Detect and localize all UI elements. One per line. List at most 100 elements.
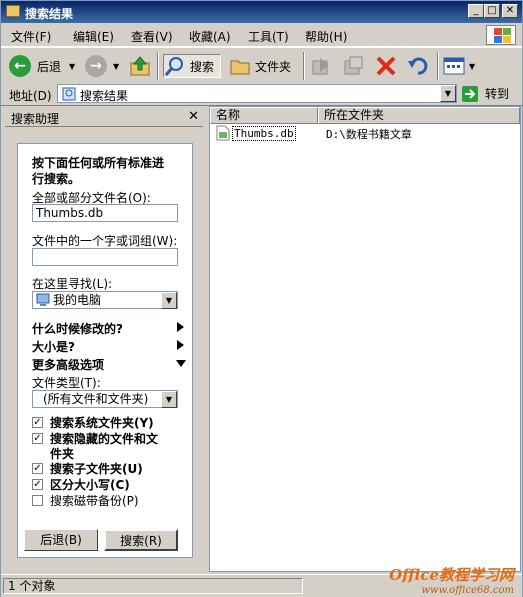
when-modified-toggle[interactable]: 什么时候修改的? xyxy=(32,320,123,337)
delete-x-icon xyxy=(376,56,396,76)
delete-button[interactable] xyxy=(375,54,397,78)
maximize-button[interactable]: □ xyxy=(484,4,500,18)
search-submit-button[interactable]: 搜索(R) xyxy=(104,529,178,551)
case-sensitive-checkbox[interactable]: ✓ xyxy=(32,479,43,490)
close-button[interactable]: ✕ xyxy=(502,4,518,18)
views-button[interactable]: ▼ xyxy=(443,54,475,78)
lookin-dropdown-button[interactable]: ▼ xyxy=(161,292,177,309)
menu-help[interactable]: 帮助(H) xyxy=(305,28,347,45)
address-bar: 地址(D) 搜索结果 ▼ 转到 xyxy=(1,84,522,106)
menu-file[interactable]: 文件(F) xyxy=(11,28,51,45)
menu-favorites[interactable]: 收藏(A) xyxy=(189,28,231,45)
go-arrow-icon xyxy=(462,85,478,102)
toolbar-separator xyxy=(157,52,159,80)
back-button[interactable]: ← 后退 ▼ xyxy=(9,54,75,78)
views-icon xyxy=(443,57,465,75)
status-text: 1 个对象 xyxy=(3,578,303,594)
file-type-dropdown-button[interactable]: ▼ xyxy=(161,391,177,408)
advanced-options-toggle[interactable]: 更多高级选项 xyxy=(32,356,104,373)
file-name: Thumbs.db xyxy=(232,126,296,141)
address-value: 搜索结果 xyxy=(80,89,129,103)
undo-icon xyxy=(408,57,428,75)
file-type-select[interactable]: (所有文件和文件夹) ▼ xyxy=(32,390,178,408)
file-icon xyxy=(216,125,230,141)
go-label: 转到 xyxy=(485,87,510,101)
address-dropdown-button[interactable]: ▼ xyxy=(440,85,456,102)
chevron-down-icon: ▼ xyxy=(469,61,476,71)
system-folders-checkbox[interactable]: ✓ xyxy=(32,417,43,428)
minimize-button[interactable]: _ xyxy=(468,4,484,18)
menu-edit[interactable]: 编辑(E) xyxy=(73,28,114,45)
menu-view[interactable]: 查看(V) xyxy=(131,28,173,45)
chevron-down-icon: ▼ xyxy=(113,61,120,71)
pane-title: 搜索助理 xyxy=(11,112,60,126)
toolbar: ← 后退 ▼ → ▼ 搜索 文件夹 ▼ xyxy=(1,47,522,85)
folder-search-icon xyxy=(6,5,20,17)
explorer-window: 搜索结果 _ □ ✕ 文件(F) 编辑(E) 查看(V) 收藏(A) 工具(T)… xyxy=(0,0,523,597)
folder-icon xyxy=(230,60,250,75)
status-bar: 1 个对象 Office教程学习网 www.office68.com xyxy=(1,566,522,597)
toolbar-separator xyxy=(437,52,439,80)
search-label: 搜索 xyxy=(190,59,215,74)
up-folder-button[interactable] xyxy=(129,54,151,78)
folders-button[interactable]: 文件夹 xyxy=(229,54,291,78)
tape-backup-label: 搜索磁带备份(P) xyxy=(50,494,139,508)
move-to-icon xyxy=(312,58,329,75)
phrase-label: 文件中的一个字或词组(W): xyxy=(32,234,178,248)
search-assistant-pane: 搜索助理 ✕ 按下面任何或所有标准进 行搜索。 全部或部分文件名(O): Thu… xyxy=(1,106,207,572)
lookin-value: 我的电脑 xyxy=(53,293,102,307)
toolbar-separator xyxy=(303,52,305,80)
case-sensitive-label: 区分大小写(C) xyxy=(50,478,130,492)
watermark-brand: Office教程学习网 xyxy=(389,566,514,584)
search-form: 按下面任何或所有标准进 行搜索。 全部或部分文件名(O): Thumbs.db … xyxy=(17,143,193,558)
forward-arrow-icon: → xyxy=(85,55,107,77)
folders-label: 文件夹 xyxy=(255,59,292,74)
system-folders-label: 搜索系统文件夹(Y) xyxy=(50,416,154,430)
lookin-select[interactable]: 我的电脑 ▼ xyxy=(32,291,178,309)
search-heading-line2: 行搜索。 xyxy=(32,172,81,186)
copy-to-button[interactable] xyxy=(342,54,364,78)
copy-to-icon xyxy=(344,56,363,75)
address-input[interactable]: 搜索结果 ▼ xyxy=(57,84,457,103)
undo-button[interactable] xyxy=(407,54,429,78)
back-label: 后退 xyxy=(37,59,62,74)
collapse-arrow-icon[interactable] xyxy=(176,360,186,367)
file-folder: D:\数程书籍文章 xyxy=(326,128,412,141)
watermark-url: www.office68.com xyxy=(421,585,515,596)
menu-tools[interactable]: 工具(T) xyxy=(248,28,289,45)
tape-backup-checkbox[interactable] xyxy=(32,495,43,506)
windows-logo-icon xyxy=(486,25,516,45)
forward-button[interactable]: → ▼ xyxy=(85,54,119,78)
chevron-down-icon: ▼ xyxy=(69,61,76,71)
search-results-icon xyxy=(62,87,76,101)
back-form-button[interactable]: 后退(B) xyxy=(24,529,98,551)
column-header-folder[interactable]: 所在文件夹 xyxy=(318,107,520,124)
size-toggle[interactable]: 大小是? xyxy=(32,338,75,355)
go-button[interactable]: 转到 xyxy=(461,84,519,103)
address-label: 地址(D) xyxy=(9,89,52,103)
file-type-value: (所有文件和文件夹) xyxy=(43,392,149,406)
menu-bar: 文件(F) 编辑(E) 查看(V) 收藏(A) 工具(T) 帮助(H) xyxy=(1,24,522,47)
phrase-input[interactable] xyxy=(32,248,178,266)
subfolders-checkbox[interactable]: ✓ xyxy=(32,463,43,474)
lookin-label: 在这里寻找(L): xyxy=(32,277,113,291)
expand-arrow-icon[interactable] xyxy=(177,322,184,332)
close-icon[interactable]: ✕ xyxy=(188,109,199,124)
search-heading-line1: 按下面任何或所有标准进 xyxy=(32,156,165,170)
subfolders-label: 搜索子文件夹(U) xyxy=(50,462,143,476)
title-bar[interactable]: 搜索结果 _ □ ✕ xyxy=(1,1,522,23)
search-icon xyxy=(164,57,183,76)
expand-arrow-icon[interactable] xyxy=(177,340,184,350)
pane-header: 搜索助理 ✕ xyxy=(5,108,203,127)
move-to-button[interactable] xyxy=(310,54,332,78)
filename-input[interactable]: Thumbs.db xyxy=(32,204,178,222)
window-title: 搜索结果 xyxy=(25,7,74,21)
watermark-logo: Office教程学习网 www.office68.com xyxy=(389,564,514,596)
search-button[interactable]: 搜索 xyxy=(163,54,221,78)
results-list: 名称 所在文件夹 Thumbs.db D:\数程书籍文章 xyxy=(209,106,521,572)
hidden-files-checkbox[interactable]: ✓ xyxy=(32,433,43,444)
up-folder-icon xyxy=(130,56,150,76)
my-computer-icon xyxy=(36,293,50,306)
column-header-name[interactable]: 名称 xyxy=(210,107,318,124)
file-type-label: 文件类型(T): xyxy=(32,376,101,390)
